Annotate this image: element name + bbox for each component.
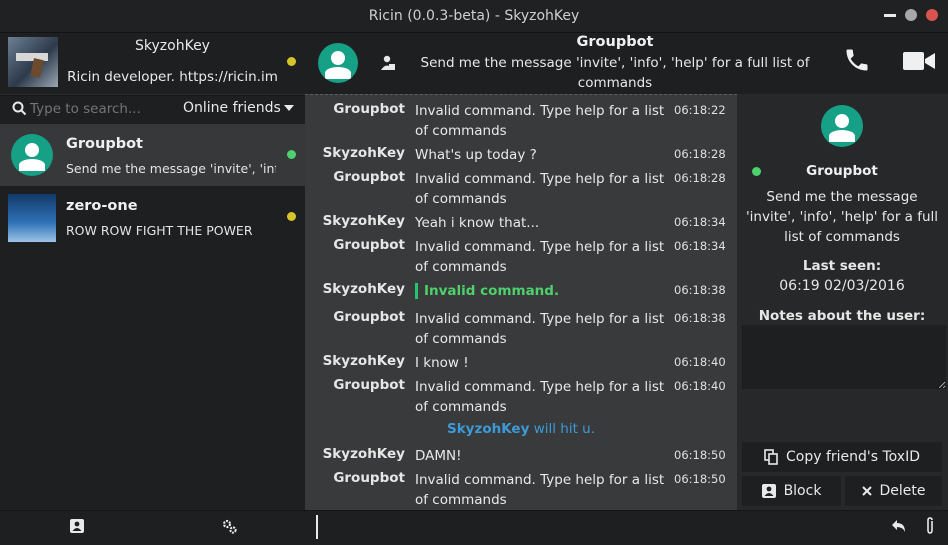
profile-card-icon[interactable] bbox=[70, 519, 84, 533]
block-user-icon bbox=[761, 484, 776, 498]
message-text: Invalid command. Type help for a list of… bbox=[415, 472, 665, 508]
notes-field[interactable] bbox=[742, 325, 946, 389]
message-text: Invalid command. Type help for a list of… bbox=[415, 103, 665, 139]
self-name[interactable]: SkyzohKey bbox=[60, 38, 285, 54]
message-text: Yeah i know that... bbox=[415, 215, 540, 231]
quoted-text: Invalid command. bbox=[415, 283, 560, 299]
friend-filter-select[interactable]: Online friends bbox=[183, 100, 281, 116]
message-author: SkyzohKey bbox=[322, 446, 405, 462]
friend-list: Groupbot Send me the message 'invite', '… bbox=[0, 124, 305, 510]
action-text: will hit u. bbox=[529, 421, 596, 437]
online-status-icon bbox=[752, 167, 761, 176]
friend-item[interactable]: Groupbot Send me the message 'invite', '… bbox=[0, 124, 305, 186]
contact-info-icon[interactable] bbox=[381, 55, 395, 71]
maximize-button[interactable] bbox=[905, 9, 917, 21]
message-time: 06:18:28 bbox=[674, 171, 726, 185]
notes-label: Notes about the user: bbox=[758, 308, 926, 324]
friend-item[interactable]: zero-one ROW ROW FIGHT THE POWER bbox=[0, 186, 305, 248]
phone-icon[interactable] bbox=[843, 46, 871, 74]
chevron-down-icon[interactable] bbox=[283, 104, 295, 112]
user-avatar-icon bbox=[11, 134, 53, 176]
friend-status: ROW ROW FIGHT THE POWER bbox=[66, 223, 253, 238]
user-avatar-icon[interactable] bbox=[318, 43, 358, 83]
info-friend-status: Send me the message 'invite', 'info', 'h… bbox=[745, 189, 939, 245]
message-input[interactable] bbox=[316, 515, 882, 539]
message-text: Invalid command. bbox=[415, 281, 669, 301]
chat-view[interactable]: Groupbot Invalid command. Type help for … bbox=[305, 94, 737, 511]
close-icon bbox=[861, 486, 872, 496]
pistol-icon bbox=[16, 53, 48, 78]
message-author: Groupbot bbox=[333, 309, 405, 325]
info-friend-name: Groupbot bbox=[806, 163, 878, 179]
message-author: Groupbot bbox=[333, 237, 405, 253]
message-text: What's up today ? bbox=[415, 147, 537, 163]
message-time: 06:18:50 bbox=[674, 448, 726, 462]
self-avatar[interactable] bbox=[8, 37, 58, 87]
settings-gear-icon[interactable] bbox=[222, 519, 237, 534]
chat-contact-status: Send me the message 'invite', 'info', 'h… bbox=[420, 55, 810, 91]
message-text: I know ! bbox=[415, 355, 469, 371]
message-author: SkyzohKey bbox=[322, 353, 405, 369]
reply-icon[interactable] bbox=[891, 519, 907, 533]
message-author: SkyzohKey bbox=[322, 281, 405, 297]
minimize-button[interactable] bbox=[884, 14, 896, 17]
delete-label: Delete bbox=[879, 483, 926, 499]
self-presence-icon[interactable] bbox=[287, 57, 296, 66]
message-time: 06:18:40 bbox=[674, 355, 726, 369]
chat-contact-name: Groupbot bbox=[576, 34, 654, 50]
last-seen-value: 06:19 02/03/2016 bbox=[779, 278, 905, 294]
friend-status: Send me the message 'invite', 'inf... bbox=[66, 161, 276, 176]
search-input[interactable] bbox=[30, 100, 160, 118]
away-status-icon bbox=[287, 212, 296, 221]
block-label: Block bbox=[783, 483, 822, 499]
friend-avatar bbox=[8, 194, 56, 242]
online-status-icon bbox=[287, 150, 296, 159]
message-time: 06:18:38 bbox=[674, 311, 726, 325]
friend-name: Groupbot bbox=[66, 136, 143, 152]
message-time: 06:18:50 bbox=[674, 472, 726, 486]
close-button[interactable] bbox=[926, 9, 938, 21]
message-author: Groupbot bbox=[333, 377, 405, 393]
message-author: Groupbot bbox=[333, 470, 405, 486]
message-text: Invalid command. Type help for a list of… bbox=[415, 171, 665, 207]
message-text: Invalid command. Type help for a list of… bbox=[415, 239, 665, 275]
message-text: DAMN! bbox=[415, 448, 462, 464]
message-author: Groupbot bbox=[333, 169, 405, 185]
message-time: 06:18:34 bbox=[674, 239, 726, 253]
copy-toxid-button[interactable]: Copy friend's ToxID bbox=[742, 442, 942, 472]
message-time: 06:18:34 bbox=[674, 215, 726, 229]
copy-toxid-label: Copy friend's ToxID bbox=[785, 449, 920, 465]
message-time: 06:18:38 bbox=[674, 283, 726, 297]
block-button[interactable]: Block bbox=[742, 476, 841, 506]
title-bar: Ricin (0.0.3-beta) - SkyzohKey bbox=[0, 0, 948, 33]
message-author: SkyzohKey bbox=[322, 213, 405, 229]
last-seen-label: Last seen: bbox=[802, 258, 882, 274]
friend-name: zero-one bbox=[66, 198, 138, 214]
message-text: Invalid command. Type help for a list of… bbox=[415, 311, 665, 347]
message-author: Groupbot bbox=[333, 101, 405, 117]
video-camera-icon[interactable] bbox=[902, 50, 936, 72]
self-status-message[interactable]: Ricin developer. https://ricin.im bbox=[60, 69, 285, 85]
message-time: 06:18:22 bbox=[674, 103, 726, 117]
message-text: Invalid command. Type help for a list of… bbox=[415, 379, 665, 415]
message-time: 06:18:40 bbox=[674, 379, 726, 393]
attachment-icon[interactable] bbox=[925, 517, 935, 535]
message-author: SkyzohKey bbox=[322, 145, 405, 161]
user-avatar-icon bbox=[821, 105, 863, 147]
action-message: SkyzohKey will hit u. bbox=[305, 421, 737, 437]
delete-button[interactable]: Delete bbox=[845, 476, 942, 506]
action-author: SkyzohKey bbox=[446, 421, 530, 437]
copy-icon bbox=[764, 449, 778, 465]
search-icon bbox=[12, 101, 27, 116]
message-time: 06:18:28 bbox=[674, 147, 726, 161]
window-title: Ricin (0.0.3-beta) - SkyzohKey bbox=[368, 8, 580, 24]
